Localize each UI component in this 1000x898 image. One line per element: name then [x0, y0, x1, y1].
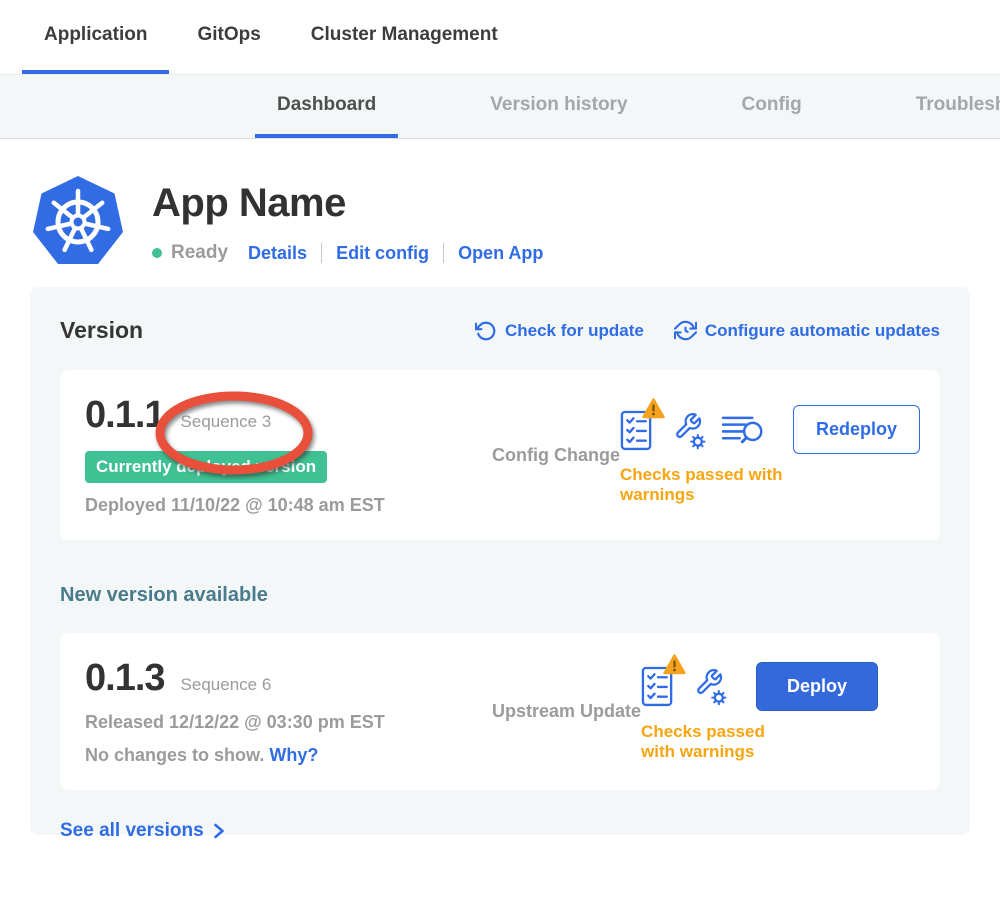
- preflight-checks-icon[interactable]: [620, 409, 655, 451]
- no-changes-text: No changes to show.: [85, 745, 264, 765]
- check-for-update-label: Check for update: [505, 321, 644, 341]
- wrench-gear-icon[interactable]: [691, 666, 727, 706]
- new-version-heading: New version available: [60, 584, 940, 607]
- app-header: App Name Ready Details Edit config Open …: [0, 139, 1000, 267]
- tab-config[interactable]: Config: [720, 75, 824, 138]
- refresh-icon: [475, 320, 497, 342]
- log-search-icon[interactable]: [721, 412, 764, 447]
- wrench-gear-icon[interactable]: [670, 410, 706, 450]
- deployed-badge: Currently deployed version: [85, 451, 327, 483]
- deploy-button[interactable]: Deploy: [756, 662, 878, 711]
- status-text: Ready: [171, 242, 228, 264]
- tab-application-label: Application: [44, 24, 147, 46]
- tab-config-label: Config: [742, 94, 802, 116]
- tab-cluster-management[interactable]: Cluster Management: [289, 0, 520, 74]
- tab-application[interactable]: Application: [22, 0, 169, 74]
- details-link[interactable]: Details: [248, 243, 307, 264]
- tab-gitops-label: GitOps: [197, 24, 260, 46]
- configure-automatic-updates-link[interactable]: Configure automatic updates: [674, 319, 940, 342]
- current-version-card: 0.1.1 Sequence 3 Currently deployed vers…: [60, 370, 940, 540]
- chevron-right-icon: [213, 823, 225, 839]
- see-all-versions-link[interactable]: See all versions: [60, 820, 225, 842]
- tab-dashboard-label: Dashboard: [277, 94, 376, 116]
- page: Application GitOps Cluster Management Da…: [0, 0, 1000, 898]
- tab-dashboard[interactable]: Dashboard: [255, 75, 398, 138]
- new-version-sequence: Sequence 6: [181, 675, 272, 695]
- version-panel: Version Check for update: [30, 287, 970, 835]
- tab-version-history-label: Version history: [490, 94, 627, 116]
- new-version-number: 0.1.3: [85, 657, 165, 700]
- divider: [443, 243, 444, 263]
- warning-triangle-icon: [642, 398, 665, 419]
- tab-cluster-management-label: Cluster Management: [311, 24, 498, 46]
- app-status-row: Ready Details Edit config Open App: [152, 242, 543, 264]
- open-app-link[interactable]: Open App: [458, 243, 543, 264]
- warning-triangle-icon: [663, 654, 686, 675]
- version-panel-title: Version: [60, 317, 143, 344]
- kubernetes-logo: [32, 175, 124, 267]
- tab-version-history[interactable]: Version history: [468, 75, 649, 138]
- current-version-type: Config Change: [492, 445, 620, 466]
- see-all-versions-label: See all versions: [60, 820, 204, 842]
- new-version-card: 0.1.3 Sequence 6 Released 12/12/22 @ 03:…: [60, 633, 940, 790]
- redeploy-button[interactable]: Redeploy: [793, 405, 920, 454]
- new-version-type: Upstream Update: [492, 701, 641, 722]
- released-timestamp: Released 12/12/22 @ 03:30 pm EST: [85, 712, 430, 733]
- tab-gitops[interactable]: GitOps: [175, 0, 282, 74]
- preflight-checks-icon[interactable]: [641, 665, 676, 707]
- app-name-title: App Name: [152, 181, 543, 226]
- check-for-update-link[interactable]: Check for update: [475, 320, 644, 342]
- tab-troubleshoot-label: Troubleshoot: [916, 94, 1000, 116]
- status-dot-icon: [152, 248, 162, 258]
- secondary-nav: Dashboard Version history Config Trouble…: [0, 75, 1000, 139]
- tab-troubleshoot[interactable]: Troubleshoot: [894, 75, 1000, 138]
- current-version-number: 0.1.1: [85, 394, 165, 437]
- new-checks-status: Checks passed with warnings: [641, 722, 797, 762]
- deployed-timestamp: Deployed 11/10/22 @ 10:48 am EST: [85, 495, 430, 516]
- current-version-sequence: Sequence 3: [181, 412, 272, 432]
- divider: [321, 243, 322, 263]
- current-checks-status: Checks passed with warnings: [620, 465, 789, 505]
- why-link[interactable]: Why?: [269, 745, 318, 765]
- primary-nav: Application GitOps Cluster Management: [0, 0, 1000, 75]
- auto-update-clock-icon: [674, 319, 697, 342]
- configure-automatic-updates-label: Configure automatic updates: [705, 321, 940, 341]
- edit-config-link[interactable]: Edit config: [336, 243, 429, 264]
